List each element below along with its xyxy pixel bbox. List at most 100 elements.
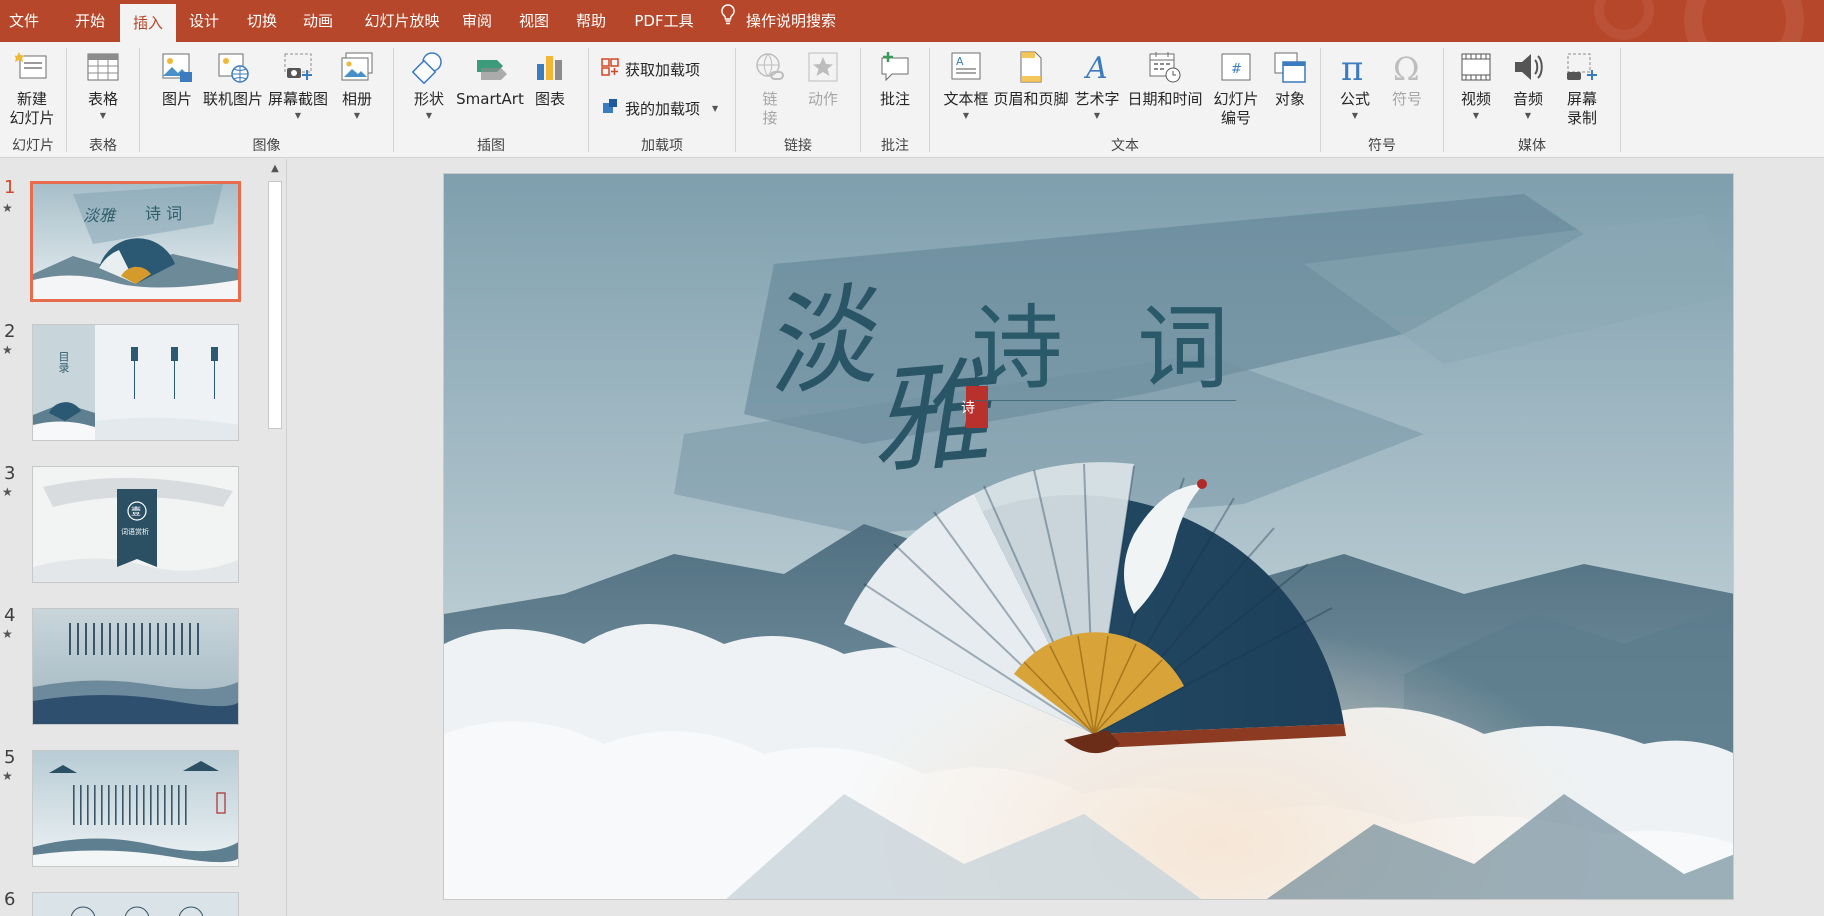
date-time-label: 日期和时间	[1127, 90, 1203, 108]
wordart-icon: A	[1080, 50, 1114, 84]
group-images: 图片 联机图片 屏幕截图 ▼ 相册 ▼ 图像	[140, 42, 393, 158]
equation-button[interactable]: π 公式 ▼	[1333, 50, 1377, 123]
audio-label: 音频	[1512, 90, 1543, 108]
audio-button[interactable]: 音频 ▼	[1508, 50, 1548, 123]
tab-home[interactable]: 开始	[62, 0, 118, 42]
smartart-button[interactable]: SmartArt	[454, 50, 526, 109]
tab-design[interactable]: 设计	[176, 0, 232, 42]
chart-button[interactable]: 图表	[530, 50, 570, 109]
group-tables: 表格 ▼ 表格	[67, 42, 139, 158]
tell-me-search[interactable]: 操作说明搜索	[720, 0, 836, 42]
tab-transitions[interactable]: 切换	[234, 0, 290, 42]
scroll-up-arrow-icon[interactable]: ▲	[265, 159, 285, 179]
tab-slideshow[interactable]: 幻灯片放映	[352, 0, 452, 42]
slide-background-art	[444, 174, 1733, 899]
date-time-button[interactable]: 日期和时间	[1126, 50, 1204, 109]
tell-me-label: 操作说明搜索	[746, 12, 837, 30]
thumbnail-1-calligraphy: 淡雅	[83, 206, 116, 225]
group-media: 视频 ▼ 音频 ▼ 屏幕 录制 媒体	[1444, 42, 1620, 158]
slide-number-icon: #	[1219, 50, 1253, 84]
group-comments: 批注 批注	[861, 42, 929, 158]
svg-text:A: A	[1083, 51, 1108, 84]
slide-thumbnail-4[interactable]	[32, 608, 239, 725]
store-icon	[601, 58, 619, 80]
action-button[interactable]: 动作	[800, 50, 846, 109]
screenshot-icon	[281, 50, 315, 84]
animation-star-icon: ★	[2, 343, 13, 357]
slide-thumbnail-5[interactable]	[32, 750, 239, 867]
online-picture-button[interactable]: 联机图片	[202, 50, 264, 109]
svg-text:Ω: Ω	[1393, 50, 1420, 84]
video-button[interactable]: 视频 ▼	[1456, 50, 1496, 123]
group-links: 链 接 动作 链接	[736, 42, 860, 158]
link-icon	[753, 50, 787, 84]
screenshot-button[interactable]: 屏幕截图 ▼	[266, 50, 330, 123]
tab-insert[interactable]: 插入	[120, 4, 176, 42]
current-slide[interactable]: 淡 雅 诗 诗 词	[443, 173, 1734, 900]
screen-recording-button[interactable]: 屏幕 录制	[1560, 50, 1604, 128]
slide-number-button[interactable]: # 幻灯片 编号	[1210, 50, 1262, 128]
smartart-label: SmartArt	[456, 90, 524, 108]
picture-icon	[160, 50, 194, 84]
screen-recording-label-2: 录制	[1566, 109, 1597, 127]
chevron-down-icon: ▼	[99, 111, 107, 120]
link-label-2: 接	[762, 109, 778, 127]
star-action-icon	[806, 50, 840, 84]
thumbnail-1-art	[33, 184, 238, 299]
slide-number-label: 幻灯片	[1213, 90, 1259, 108]
symbol-button[interactable]: Ω 符号	[1385, 50, 1429, 109]
slide-thumbnail-6[interactable]	[32, 892, 239, 916]
title-main-1: 诗	[971, 295, 1064, 402]
my-addins-button[interactable]: 我的加载项 ▼	[601, 97, 718, 119]
tab-review[interactable]: 审阅	[452, 0, 502, 42]
shapes-button[interactable]: 形状 ▼	[410, 50, 448, 123]
slide-thumbnail-1[interactable]: 淡雅 诗 词	[30, 181, 241, 302]
group-divider	[1620, 48, 1621, 152]
header-footer-icon	[1014, 50, 1048, 84]
get-addins-button[interactable]: 获取加载项	[601, 58, 700, 80]
wordart-button[interactable]: A 艺术字 ▼	[1074, 50, 1120, 123]
slide-number: 3	[4, 463, 16, 484]
table-label: 表格	[87, 90, 118, 108]
object-button[interactable]: 对象	[1266, 50, 1314, 109]
thumbnail-2-title: 目录	[57, 351, 70, 373]
group-label-media: 媒体	[1518, 138, 1546, 154]
slide-number: 2	[4, 321, 16, 342]
group-label-illustrations: 插图	[477, 138, 505, 154]
chevron-down-icon: ▼	[425, 111, 433, 120]
thumbnails-scrollbar[interactable]: ▲	[265, 159, 285, 916]
animation-star-icon: ★	[2, 769, 13, 783]
ribbon-insert: 新建 幻灯片 幻灯片 表格 ▼ 表格 图片 联机图片 屏幕截图 ▼ 相册 ▼ 图…	[0, 42, 1824, 158]
scrollbar-thumb[interactable]	[268, 181, 282, 429]
textbox-icon: A	[949, 50, 983, 84]
tab-help[interactable]: 帮助	[564, 0, 618, 42]
calendar-clock-icon	[1148, 50, 1182, 84]
textbox-button[interactable]: A 文本框 ▼	[942, 50, 990, 123]
table-button[interactable]: 表格 ▼	[81, 50, 125, 123]
tab-file[interactable]: 文件	[0, 0, 48, 42]
photo-album-button[interactable]: 相册 ▼	[336, 50, 378, 123]
group-text: A 文本框 ▼ 页眉和页脚 A 艺术字 ▼ 日期和时间 # 幻灯片 编号 对象 …	[930, 42, 1320, 158]
film-icon	[1459, 50, 1493, 84]
thumbnail-3-glyph: 壹	[131, 507, 141, 518]
chevron-down-icon: ▼	[1524, 111, 1532, 120]
comment-button[interactable]: 批注	[875, 50, 915, 109]
chevron-down-icon: ▼	[1093, 111, 1101, 120]
tab-view[interactable]: 视图	[508, 0, 560, 42]
header-footer-button[interactable]: 页眉和页脚	[994, 50, 1069, 109]
comment-label: 批注	[879, 90, 910, 108]
object-label: 对象	[1274, 90, 1305, 108]
group-label-addins: 加载项	[641, 138, 683, 154]
picture-button[interactable]: 图片	[154, 50, 200, 109]
chart-label: 图表	[534, 90, 565, 108]
tab-pdf-tools[interactable]: PDF工具	[626, 0, 702, 42]
video-label: 视频	[1460, 90, 1491, 108]
slide-thumbnail-3[interactable]: 壹 词语赏析	[32, 466, 239, 583]
slide-thumbnail-2[interactable]: 目录	[32, 324, 239, 441]
new-slide-button[interactable]: 新建 幻灯片	[2, 50, 62, 128]
chevron-down-icon: ▼	[1351, 111, 1359, 120]
tab-animations[interactable]: 动画	[290, 0, 346, 42]
group-label-images: 图像	[252, 138, 281, 154]
svg-text:π: π	[1341, 50, 1363, 84]
link-button[interactable]: 链 接	[750, 50, 790, 128]
